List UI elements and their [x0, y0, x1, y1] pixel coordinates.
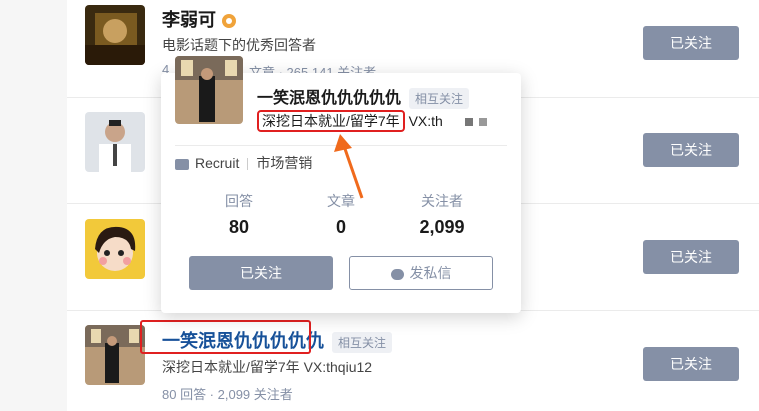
user-headline: 深挖日本就业/留学7年 VX:thqiu12 — [162, 359, 373, 375]
avatar[interactable] — [85, 112, 145, 172]
user-name-text[interactable]: 李弱可 — [162, 10, 216, 30]
unfollow-button[interactable]: 已关注 — [643, 133, 739, 167]
gold-badge-icon — [222, 14, 236, 29]
popup-user-name[interactable]: 一笑泯恩仇仇仇仇仇 相互关注 — [257, 84, 470, 110]
avatar[interactable] — [85, 5, 145, 65]
mutual-follow-badge: 相互关注 — [409, 88, 470, 110]
user-name[interactable]: 李弱可 — [162, 6, 236, 32]
stat-followers[interactable]: 关注者 2,099 — [397, 191, 487, 238]
user-headline: 电影话题下的优秀回答者 — [162, 37, 316, 53]
popup-employment: Recruit 市场营销 — [175, 153, 312, 173]
briefcase-icon — [175, 158, 189, 170]
user-hover-card: 一笑泯恩仇仇仇仇仇 相互关注 深挖日本就业/留学7年 VX:th Recruit 市… — [161, 56, 521, 313]
separator — [247, 158, 249, 171]
unfollow-button[interactable]: 已关注 — [643, 26, 739, 60]
user-stats: 80 回答 · 2,099 关注者 — [162, 387, 293, 402]
popup-unfollow-button[interactable]: 已关注 — [189, 256, 333, 290]
unfollow-button[interactable]: 已关注 — [643, 347, 739, 381]
stat-answers[interactable]: 回答 80 — [194, 191, 284, 238]
divider — [175, 145, 507, 146]
headline-highlight: 深挖日本就业/留学7年 — [257, 110, 405, 132]
avatar[interactable] — [85, 325, 145, 385]
highlight-box — [140, 320, 311, 354]
stat-articles[interactable]: 文章 0 — [296, 191, 386, 238]
avatar[interactable] — [85, 219, 145, 279]
chat-icon — [390, 268, 404, 280]
unfollow-button[interactable]: 已关注 — [643, 240, 739, 274]
redacted-blocks — [464, 118, 473, 126]
mutual-follow-badge: 相互关注 — [332, 331, 393, 353]
avatar[interactable] — [175, 56, 243, 124]
popup-headline: 深挖日本就业/留学7年 VX:th — [257, 110, 487, 132]
send-message-button[interactable]: 发私信 — [349, 256, 493, 290]
